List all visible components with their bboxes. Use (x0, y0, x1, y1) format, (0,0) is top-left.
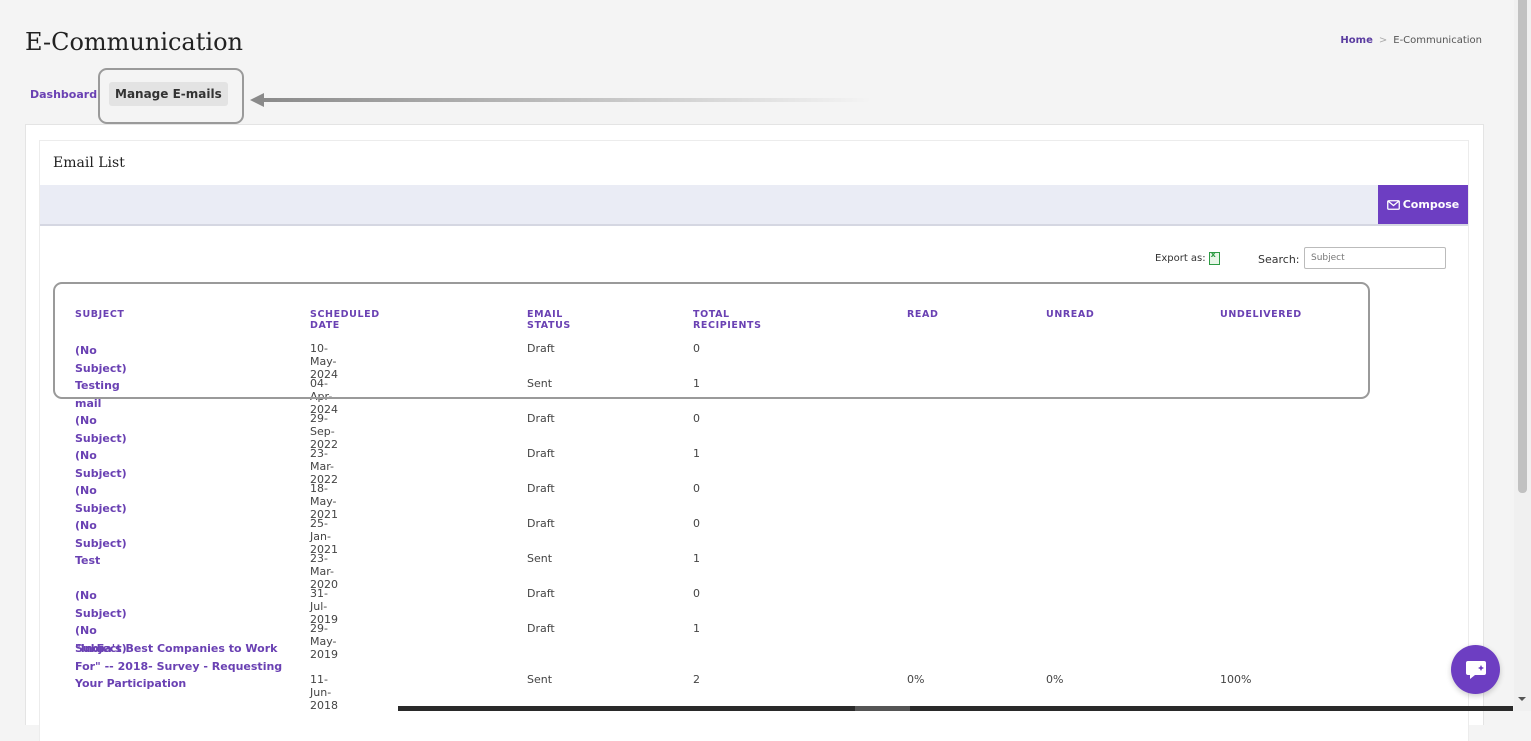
search-label: Search: (1258, 253, 1300, 266)
annotation-arrow (250, 93, 872, 107)
table-cell-subject[interactable]: (No Subject) (75, 587, 127, 622)
compose-button[interactable]: Compose (1378, 185, 1468, 224)
table-cell-recipients: 0 (693, 412, 700, 425)
bottom-taskbar-strip (398, 706, 1513, 711)
annotation-highlight-rows (53, 282, 1370, 399)
table-cell-read: 0% (907, 673, 925, 686)
table-cell-recipients: 0 (693, 587, 700, 600)
table-cell-status: Draft (527, 587, 555, 600)
table-cell-status: Draft (527, 517, 555, 530)
excel-file-icon[interactable] (1208, 250, 1220, 265)
table-cell-recipients: 0 (693, 517, 700, 530)
table-cell-date: 25-Jan-2021 (310, 517, 338, 556)
table-cell-status: Sent (527, 552, 553, 565)
breadcrumb: Home > E-Communication (1340, 35, 1482, 46)
bottom-taskbar-highlight (855, 706, 910, 711)
page-title: E-Communication (25, 28, 243, 56)
table-cell-recipients: 0 (693, 482, 700, 495)
table-cell-status: Draft (527, 622, 555, 635)
table-cell-status: Draft (527, 482, 555, 495)
breadcrumb-current: E-Communication (1393, 35, 1482, 46)
table-cell-subject[interactable]: Test (75, 552, 100, 570)
table-cell-subject[interactable]: "India's Best Companies to Work For" -- … (75, 640, 290, 693)
table-cell-subject[interactable]: (No Subject) (75, 517, 127, 552)
table-cell-unread: 0% (1046, 673, 1064, 686)
email-list-panel: Email List Compose Export as: Search: SU… (39, 140, 1469, 741)
export-control: Export as: (1155, 250, 1220, 265)
table-cell-date: 18-May-2021 (310, 482, 338, 521)
table-cell-undelivered: 100% (1220, 673, 1252, 686)
table-cell-date: 29-May-2019 (310, 622, 338, 661)
breadcrumb-separator: > (1378, 35, 1388, 46)
table-cell-status: Sent (527, 673, 553, 686)
compose-label: Compose (1402, 198, 1460, 211)
table-cell-recipients: 1 (693, 622, 700, 635)
toolbar-band: Compose (40, 185, 1468, 226)
scroll-down-arrow[interactable] (1518, 697, 1526, 701)
table-cell-status: Draft (527, 447, 555, 460)
export-label: Export as: (1155, 253, 1206, 264)
table-cell-date: 29-Sep-2022 (310, 412, 338, 451)
scrollbar[interactable] (1514, 0, 1531, 711)
table-cell-date: 23-Mar-2022 (310, 447, 338, 486)
card-title: Email List (53, 155, 125, 171)
table-cell-subject[interactable]: (No Subject) (75, 447, 127, 482)
table-cell-date: 11-Jun-2018 (310, 673, 338, 712)
table-cell-recipients: 2 (693, 673, 700, 686)
table-cell-subject[interactable]: (No Subject) (75, 412, 127, 447)
table-cell-recipients: 1 (693, 552, 700, 565)
envelope-icon (1386, 199, 1400, 210)
email-list-card: Email List Compose Export as: Search: SU… (25, 124, 1484, 741)
search-input[interactable] (1304, 247, 1446, 269)
subnav-dashboard-link[interactable]: Dashboard (30, 88, 97, 101)
table-cell-date: 23-Mar-2020 (310, 552, 338, 591)
scrollbar-thumb[interactable] (1518, 0, 1527, 493)
chat-bubble-icon (1465, 660, 1486, 679)
chat-button[interactable] (1451, 645, 1500, 694)
table-cell-recipients: 1 (693, 447, 700, 460)
annotation-highlight-manage (98, 68, 244, 124)
table-cell-date: 31-Jul-2019 (310, 587, 338, 626)
table-cell-subject[interactable]: (No Subject) (75, 482, 127, 517)
breadcrumb-home[interactable]: Home (1340, 35, 1372, 46)
table-cell-status: Draft (527, 412, 555, 425)
